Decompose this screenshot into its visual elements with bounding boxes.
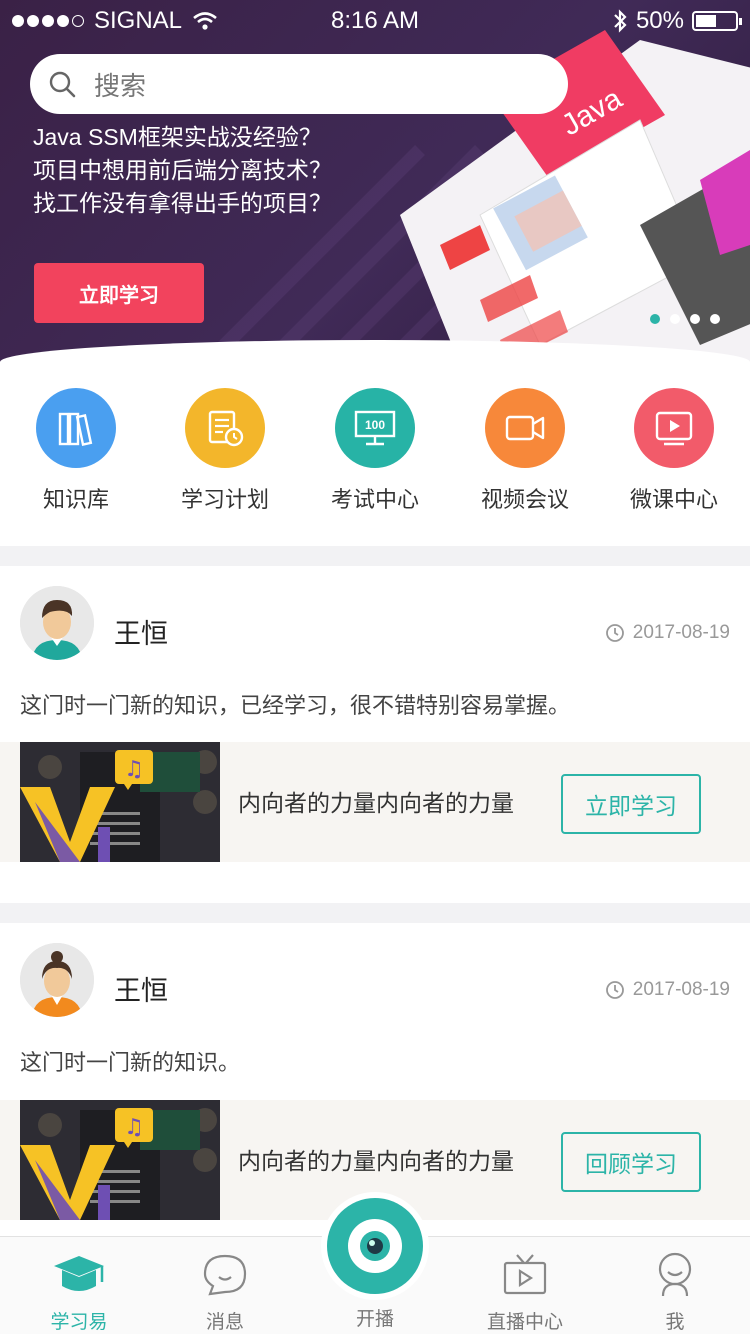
- course-thumbnail[interactable]: ♫: [20, 742, 220, 862]
- video-camera-icon: [485, 388, 565, 468]
- nav-video-meeting[interactable]: 视频会议: [465, 388, 585, 514]
- play-screen-icon: [634, 388, 714, 468]
- svg-text:♫: ♫: [124, 757, 144, 782]
- chat-bubble-icon: [170, 1251, 280, 1299]
- post-card[interactable]: 王恒 2017-08-19 这门时一门新的知识，已经学习，很不错特别容易掌握。: [0, 566, 750, 903]
- start-live-button[interactable]: [321, 1192, 429, 1300]
- tab-label: 消息: [205, 1312, 244, 1333]
- tab-label[interactable]: 开播: [321, 1304, 429, 1331]
- post-card[interactable]: 王恒 2017-08-19 这门时一门新的知识。 ♫ 内向者的力量内向者的力量 …: [0, 923, 750, 1236]
- post-comment: 这门时一门新的知识。: [20, 1050, 241, 1075]
- promo-text: Java SSM框架实战没经验？ 项目中想用前后端分离技术？ 找工作没有拿得出手…: [33, 121, 332, 220]
- search-placeholder: 搜索: [94, 70, 147, 101]
- exam-100-icon: 100: [335, 388, 415, 468]
- pager-dot[interactable]: [690, 314, 700, 324]
- clock-icon: [605, 981, 624, 999]
- nav-label: 视频会议: [480, 487, 569, 512]
- course-thumbnail[interactable]: ♫: [20, 1100, 220, 1220]
- nav-label: 知识库: [42, 487, 109, 512]
- date-text: 2017-08-19: [632, 622, 730, 643]
- course-title[interactable]: 内向者的力量内向者的力量: [238, 1142, 514, 1176]
- date-text: 2017-08-19: [632, 979, 730, 1000]
- pager-dot[interactable]: [710, 314, 720, 324]
- tv-icon: [470, 1251, 580, 1299]
- nav-label: 学习计划: [180, 487, 269, 512]
- tab-label: 我: [665, 1312, 685, 1333]
- banner-pagination[interactable]: [650, 314, 720, 324]
- app-screen: Java SIGNAL 8:16 AM 50% 搜索 Java SSM框架实战没…: [0, 0, 750, 1334]
- post-date: 2017-08-19: [605, 622, 730, 644]
- nav-exam-center[interactable]: 100 考试中心: [315, 388, 435, 514]
- nav-label: 微课中心: [629, 487, 718, 512]
- review-button[interactable]: 回顾学习: [561, 1132, 701, 1192]
- svg-text:♫: ♫: [124, 1115, 144, 1140]
- promo-line: Java SSM框架实战没经验？: [33, 124, 322, 150]
- books-icon: [36, 388, 116, 468]
- svg-text:100: 100: [365, 418, 385, 432]
- bluetooth-icon: [614, 9, 627, 33]
- pager-dot[interactable]: [670, 314, 680, 324]
- tab-messages[interactable]: 消息: [170, 1251, 280, 1334]
- nav-label: 考试中心: [330, 487, 419, 512]
- plan-clock-icon: [185, 388, 265, 468]
- course-title[interactable]: 内向者的力量内向者的力量: [238, 784, 514, 818]
- tab-label: 学习易: [50, 1312, 108, 1333]
- promo-line: 项目中想用前后端分离技术？: [33, 157, 332, 183]
- search-bar[interactable]: 搜索: [30, 54, 568, 114]
- search-icon: [49, 71, 76, 98]
- male-avatar-icon[interactable]: [20, 586, 94, 660]
- status-bar: SIGNAL 8:16 AM 50%: [0, 0, 750, 40]
- post-comment: 这门时一门新的知识，已经学习，很不错特别容易掌握。: [20, 693, 571, 718]
- battery-percent: 50%: [635, 7, 684, 34]
- clock-icon: [605, 624, 624, 642]
- tab-live-center[interactable]: 直播中心: [470, 1251, 580, 1334]
- quick-nav: 知识库 学习计划 100 考试中心 视频会议 微课中心: [0, 340, 750, 546]
- tab-label: 直播中心: [486, 1312, 563, 1333]
- nav-study-plan[interactable]: 学习计划: [165, 388, 285, 514]
- nav-knowledge-base[interactable]: 知识库: [16, 388, 136, 514]
- graduation-cap-icon: [24, 1251, 134, 1299]
- learn-now-button[interactable]: 立即学习: [34, 263, 204, 323]
- user-name[interactable]: 王恒: [114, 612, 168, 651]
- promo-line: 找工作没有拿得出手的项目？: [33, 190, 332, 216]
- promo-banner[interactable]: Java SIGNAL 8:16 AM 50% 搜索 Java SSM框架实战没…: [0, 0, 750, 390]
- user-name[interactable]: 王恒: [114, 969, 168, 1008]
- course-item[interactable]: ♫ 内向者的力量内向者的力量 立即学习: [0, 742, 750, 862]
- tab-me[interactable]: 我: [620, 1251, 730, 1334]
- user-icon: [620, 1251, 730, 1299]
- post-date: 2017-08-19: [605, 979, 730, 1001]
- camera-lens-icon: [327, 1198, 423, 1294]
- nav-micro-course[interactable]: 微课中心: [614, 388, 734, 514]
- female-avatar-icon[interactable]: [20, 943, 94, 1017]
- tab-study[interactable]: 学习易: [24, 1251, 134, 1334]
- learn-now-button[interactable]: 立即学习: [561, 774, 701, 834]
- pager-dot-active[interactable]: [650, 314, 660, 324]
- battery-icon: [692, 11, 742, 31]
